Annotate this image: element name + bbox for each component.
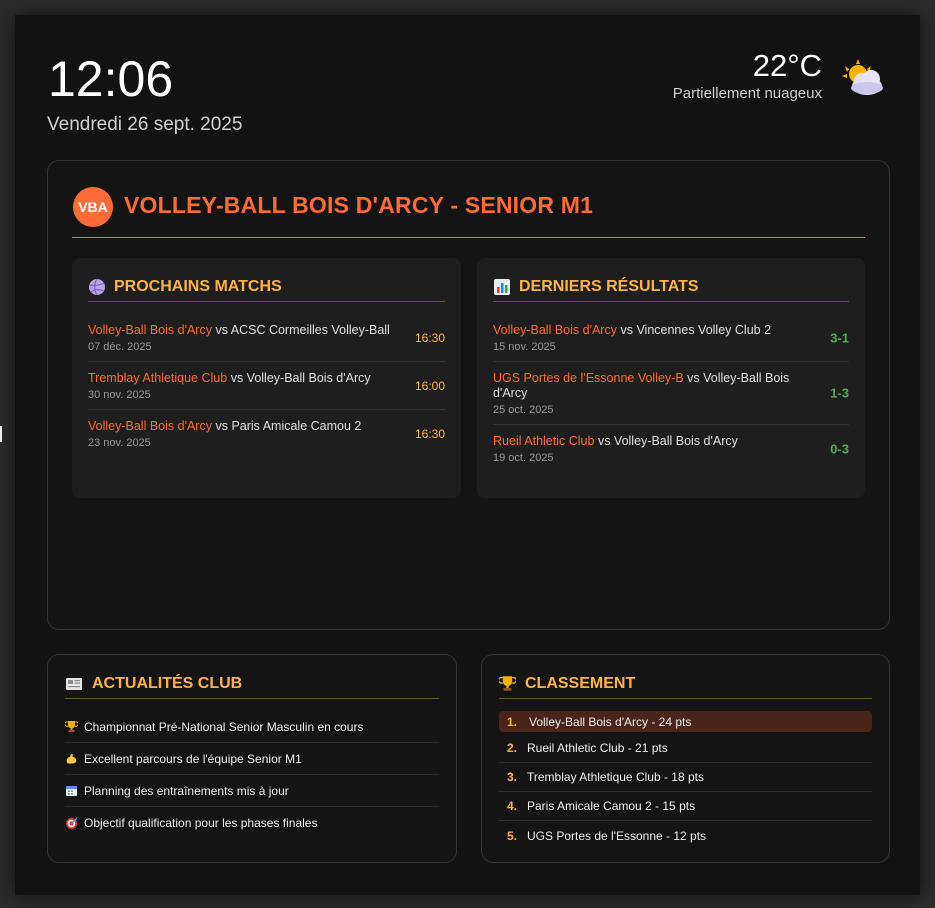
upcoming-matches-card: PROCHAINS MATCHS Volley-Ball Bois d'Arcy… [72, 258, 461, 498]
club-news-title: ACTUALITÉS CLUB [92, 674, 243, 692]
home-team: Tremblay Athletique Club [88, 371, 228, 385]
vs-label: vs [215, 323, 228, 337]
home-team: Volley-Ball Bois d'Arcy [88, 323, 212, 337]
result-row: Rueil Athletic Club vs Volley-Ball Bois … [493, 425, 849, 472]
home-team: Volley-Ball Bois d'Arcy [493, 323, 617, 337]
home-team: Rueil Athletic Club [493, 434, 595, 448]
vs-label: vs [230, 371, 244, 385]
clock-date: Vendredi 26 sept. 2025 [47, 114, 243, 135]
match-time: 16:30 [414, 426, 445, 441]
ranking-row-highlighted: 1. Volley-Ball Bois d'Arcy - 24 pts [499, 711, 872, 732]
home-team: Volley-Ball Bois d'Arcy [88, 419, 212, 433]
result-row: Volley-Ball Bois d'Arcy vs Vincennes Vol… [493, 314, 849, 362]
club-news-list: Championnat Pré-National Senior Masculin… [65, 711, 439, 839]
vs-label: vs [597, 434, 611, 448]
recent-results-header: DERNIERS RÉSULTATS [493, 276, 849, 302]
news-item: Championnat Pré-National Senior Masculin… [65, 711, 439, 743]
title-divider [72, 237, 865, 238]
volleyball-icon [88, 278, 106, 296]
ranking-row: 2. Rueil Athletic Club - 21 pts [499, 734, 872, 763]
match-teams: Tremblay Athletique Club vs Volley-Ball … [88, 371, 445, 386]
ranking-header: CLASSEMENT [499, 673, 872, 699]
ranking-team: Tremblay Athletique Club - 18 pts [527, 770, 704, 784]
vs-label: vs [215, 419, 228, 433]
trophy-icon [65, 720, 78, 733]
away-team: Vincennes Volley Club 2 [636, 323, 772, 337]
match-row: Tremblay Athletique Club vs Volley-Ball … [88, 362, 445, 410]
result-score: 3-1 [830, 330, 849, 345]
away-team: Paris Amicale Camou 2 [231, 419, 362, 433]
news-item: Excellent parcours de l'équipe Senior M1 [65, 743, 439, 775]
ranking-panel: CLASSEMENT 1. Volley-Ball Bois d'Arcy - … [481, 654, 890, 863]
match-date: 30 nov. 2025 [88, 389, 151, 401]
match-date: 07 déc. 2025 [88, 341, 152, 353]
upcoming-matches-header: PROCHAINS MATCHS [88, 276, 445, 302]
recent-results-list: Volley-Ball Bois d'Arcy vs Vincennes Vol… [493, 314, 849, 472]
flexed-biceps-icon [65, 752, 78, 765]
result-teams: Volley-Ball Bois d'Arcy vs Vincennes Vol… [493, 323, 849, 338]
club-news-header: ACTUALITÉS CLUB [65, 673, 439, 699]
upcoming-matches-list: Volley-Ball Bois d'Arcy vs ACSC Cormeill… [88, 314, 445, 457]
club-logo: VBA [73, 187, 113, 227]
news-text: Excellent parcours de l'équipe Senior M1 [84, 751, 302, 766]
club-news-panel: ACTUALITÉS CLUB Championnat Pré-National… [47, 654, 457, 863]
news-text: Objectif qualification pour les phases f… [84, 816, 318, 830]
ranking-team: Rueil Athletic Club - 21 pts [527, 741, 668, 755]
recent-results-title: DERNIERS RÉSULTATS [519, 277, 699, 295]
match-teams: Volley-Ball Bois d'Arcy vs Paris Amicale… [88, 419, 445, 434]
result-teams: Rueil Athletic Club vs Volley-Ball Bois … [493, 434, 849, 449]
result-date: 25 oct. 2025 [493, 404, 554, 416]
vs-label: vs [687, 371, 700, 385]
weather-temperature: 22°C [752, 48, 822, 83]
match-date: 23 nov. 2025 [88, 437, 151, 449]
recent-results-card: DERNIERS RÉSULTATS Volley-Ball Bois d'Ar… [477, 258, 865, 498]
ranking-position: 1. [507, 714, 518, 729]
ranking-row: 3. Tremblay Athletique Club - 18 pts [499, 763, 872, 792]
away-team: ACSC Cormeilles Volley-Ball [230, 323, 390, 337]
result-score: 0-3 [830, 441, 849, 456]
match-time: 16:30 [414, 330, 445, 345]
ranking-list: 1. Volley-Ball Bois d'Arcy - 24 pts 2. R… [499, 711, 872, 850]
ranking-position: 2. [507, 741, 518, 755]
bar-chart-icon [493, 278, 511, 296]
trophy-icon [499, 675, 516, 692]
target-icon [65, 817, 78, 830]
ranking-row: 4. Paris Amicale Camou 2 - 15 pts [499, 792, 872, 821]
away-team: Volley-Ball Bois d'Arcy [246, 371, 371, 385]
ranking-position: 5. [507, 828, 518, 843]
ranking-position: 4. [507, 799, 518, 813]
match-time: 16:00 [414, 378, 445, 393]
match-teams: Volley-Ball Bois d'Arcy vs ACSC Cormeill… [88, 323, 445, 338]
result-score: 1-3 [830, 385, 849, 401]
vs-label: vs [620, 323, 633, 337]
result-teams: UGS Portes de l'Essonne Volley-B vs Voll… [493, 371, 849, 401]
news-text: Championnat Pré-National Senior Masculin… [84, 719, 364, 734]
ranking-position: 3. [507, 770, 518, 784]
calendar-icon [65, 784, 78, 797]
match-row: Volley-Ball Bois d'Arcy vs ACSC Cormeill… [88, 314, 445, 362]
partly-cloudy-icon [842, 59, 883, 95]
result-row: UGS Portes de l'Essonne Volley-B vs Voll… [493, 362, 849, 425]
ranking-title: CLASSEMENT [525, 674, 636, 692]
home-team: UGS Portes de l'Essonne Volley-B [493, 371, 684, 385]
news-item: Objectif qualification pour les phases f… [65, 807, 439, 839]
window-edge [0, 426, 2, 442]
club-title: VOLLEY-BALL BOIS D'ARCY - SENIOR M1 [124, 192, 594, 218]
ranking-team: UGS Portes de l'Essonne - 12 pts [527, 828, 707, 843]
match-row: Volley-Ball Bois d'Arcy vs Paris Amicale… [88, 410, 445, 457]
club-panel: VBA VOLLEY-BALL BOIS D'ARCY - SENIOR M1 … [47, 160, 890, 630]
ranking-team: Volley-Ball Bois d'Arcy - 24 pts [529, 714, 692, 729]
clock-time: 12:06 [48, 51, 174, 107]
weather-description: Partiellement nuageux [672, 85, 822, 102]
result-date: 15 nov. 2025 [493, 341, 556, 353]
news-text: Planning des entraînements mis à jour [84, 783, 289, 798]
away-team: Volley-Ball Bois d'Arcy [613, 434, 738, 448]
ranking-row: 5. UGS Portes de l'Essonne - 12 pts [499, 821, 872, 850]
newspaper-icon [65, 676, 83, 692]
ranking-team: Paris Amicale Camou 2 - 15 pts [527, 799, 696, 813]
news-item: Planning des entraînements mis à jour [65, 775, 439, 807]
upcoming-matches-title: PROCHAINS MATCHS [114, 277, 282, 295]
result-date: 19 oct. 2025 [493, 452, 554, 464]
